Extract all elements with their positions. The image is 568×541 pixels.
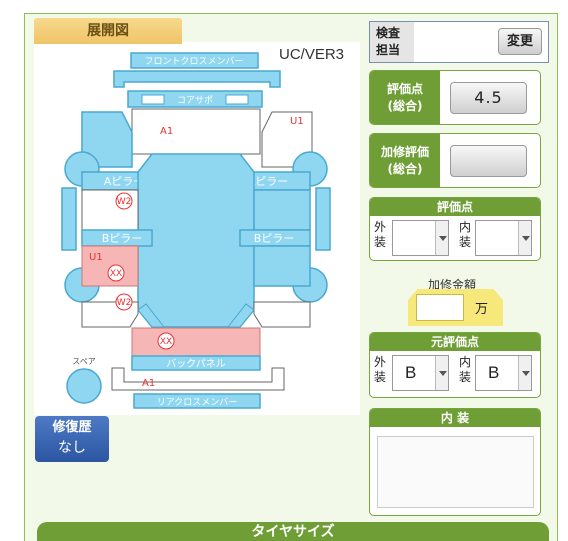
original-interior-select[interactable]: B bbox=[475, 355, 532, 391]
score-detail-header: 評価点 bbox=[370, 198, 540, 216]
dropdown-arrow-icon bbox=[435, 221, 448, 255]
mark-a1-hood: A1 bbox=[160, 126, 173, 137]
repair-history-title: 修復歴 bbox=[52, 420, 92, 435]
dropdown-arrow-icon bbox=[435, 356, 448, 390]
repair-cost-unit: 万 bbox=[475, 302, 489, 317]
original-score-box: 元評価点 外 装 B 内 装 B bbox=[369, 332, 541, 398]
part-side-sill-left[interactable] bbox=[61, 187, 77, 251]
inspector-box: 検査 担当 変更 bbox=[369, 21, 549, 63]
original-interior-value: B bbox=[488, 363, 500, 382]
mark-w2-front-door: W2 bbox=[117, 197, 132, 207]
mark-u1-rear-door: U1 bbox=[89, 252, 103, 263]
overall-score-box: 評価点 (総合) 4.5 bbox=[369, 70, 541, 125]
score-interior-label: 内 装 bbox=[459, 220, 472, 249]
dropdown-arrow-icon bbox=[518, 221, 531, 255]
part-trunk[interactable] bbox=[131, 327, 261, 357]
score-interior-select[interactable] bbox=[475, 220, 532, 256]
part-label-core-support: コアサポ bbox=[177, 95, 213, 106]
repair-score-label: 加修評価 (総合) bbox=[370, 134, 440, 187]
original-exterior-value: B bbox=[405, 363, 417, 382]
mark-xx-trunk: XX bbox=[160, 337, 172, 347]
overall-score-label: 評価点 (総合) bbox=[370, 71, 440, 124]
part-side-sill-right[interactable] bbox=[315, 187, 331, 251]
part-label-rear-cross-member: リアクロスメンバー bbox=[157, 397, 238, 408]
repair-cost-input[interactable] bbox=[416, 294, 464, 321]
mark-xx-rear-door: XX bbox=[110, 269, 122, 279]
mark-u1-fender-right: U1 bbox=[290, 116, 304, 127]
tire-size-header: タイヤサイズ bbox=[37, 522, 549, 541]
original-interior-label: 内 装 bbox=[459, 355, 472, 384]
dropdown-arrow-icon bbox=[518, 356, 531, 390]
repair-score-box: 加修評価 (総合) bbox=[369, 133, 541, 188]
mark-a1-rear-bumper: A1 bbox=[142, 378, 155, 389]
repair-score-button[interactable] bbox=[450, 145, 527, 177]
mark-w2-rear-fender: W2 bbox=[117, 298, 132, 308]
interior-box: 内 装 bbox=[369, 408, 541, 516]
part-rear-door-right[interactable] bbox=[253, 245, 311, 287]
part-label-front-cross-member: フロントクロスメンバー bbox=[144, 56, 243, 67]
inspector-label: 検査 担当 bbox=[370, 22, 414, 62]
score-exterior-label: 外 装 bbox=[374, 220, 387, 249]
original-exterior-select[interactable]: B bbox=[392, 355, 449, 391]
version-label: UC/VER3 bbox=[279, 46, 345, 63]
part-rear-fender-right[interactable] bbox=[253, 301, 311, 328]
repair-history-button[interactable]: 修復歴 なし bbox=[35, 416, 109, 462]
part-hood[interactable] bbox=[131, 108, 261, 155]
original-exterior-label: 外 装 bbox=[374, 355, 387, 384]
score-exterior-select[interactable] bbox=[392, 220, 449, 256]
part-spare-tire[interactable] bbox=[66, 368, 102, 404]
part-rear-bumper[interactable] bbox=[111, 367, 285, 391]
vehicle-diagram: フロントクロスメンバー コアサポ Aピラー Aピラー Bピラー Bピラー バック… bbox=[61, 52, 331, 409]
part-front-door-right[interactable] bbox=[253, 189, 311, 231]
interior-header: 内 装 bbox=[370, 409, 540, 427]
part-label-b-pillar-left: Bピラー bbox=[102, 232, 143, 245]
score-detail-box: 評価点 外 装 内 装 bbox=[369, 197, 541, 261]
repair-cost-box: 加修金額 万 bbox=[408, 276, 503, 326]
part-front-bumper[interactable] bbox=[113, 70, 281, 88]
repair-history-value: なし bbox=[58, 440, 86, 456]
change-inspector-button[interactable]: 変更 bbox=[498, 28, 542, 55]
part-roof[interactable] bbox=[137, 153, 255, 328]
vehicle-diagram-panel: フロントクロスメンバー コアサポ Aピラー Aピラー Bピラー Bピラー バック… bbox=[34, 42, 360, 415]
original-score-header: 元評価点 bbox=[370, 333, 540, 351]
part-label-b-pillar-right: Bピラー bbox=[254, 232, 295, 245]
overall-score-button[interactable]: 4.5 bbox=[450, 82, 527, 114]
part-label-spare: スペア bbox=[72, 357, 95, 366]
part-label-back-panel: バックパネル bbox=[166, 358, 226, 370]
interior-textarea[interactable] bbox=[377, 436, 534, 508]
repair-cost-badge: 万 bbox=[408, 289, 503, 326]
diagram-tab-title: 展開図 bbox=[34, 18, 182, 44]
